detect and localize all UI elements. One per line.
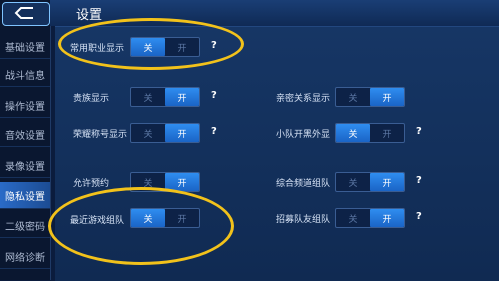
- sidebar-item-label: 录像设置: [5, 161, 45, 173]
- toggle-on-option[interactable]: 开: [165, 124, 199, 142]
- toggle-off-option[interactable]: 关: [131, 88, 165, 106]
- toggle-off-option[interactable]: 关: [336, 124, 370, 142]
- toggle-on-option[interactable]: 开: [165, 173, 199, 191]
- toggle-off-option[interactable]: 关: [336, 88, 370, 106]
- toggle-on-option[interactable]: 开: [165, 38, 199, 56]
- sidebar-item-label: 二级密码: [5, 221, 45, 233]
- page-title: 设置: [76, 8, 103, 23]
- sidebar-item-label: 隐私设置: [5, 191, 45, 203]
- sidebar-item-label: 基础设置: [5, 42, 45, 54]
- channel-team-toggle[interactable]: 关 开: [335, 172, 405, 192]
- sidebar-item-label: 战斗信息: [5, 70, 45, 82]
- toggle-off-option[interactable]: 关: [131, 173, 165, 191]
- sidebar-item-replay[interactable]: 录像设置: [0, 153, 50, 178]
- setting-label: 贵族显示: [73, 94, 110, 104]
- setting-label: 综合频道组队: [276, 179, 331, 189]
- toggle-off-option[interactable]: 关: [131, 209, 165, 227]
- setting-label: 允许预约: [73, 179, 110, 189]
- sidebar-item-privacy[interactable]: 隐私设置: [0, 182, 50, 209]
- toggle-on-option[interactable]: 开: [370, 88, 404, 106]
- intimacy-display-toggle[interactable]: 关 开: [335, 87, 405, 107]
- help-icon[interactable]: ?: [416, 211, 422, 222]
- back-arrow-icon: [13, 5, 39, 24]
- toggle-on-option[interactable]: 开: [165, 88, 199, 106]
- toggle-off-option[interactable]: 关: [131, 124, 165, 142]
- help-icon[interactable]: ?: [416, 126, 422, 137]
- squad-display-toggle[interactable]: 关 开: [335, 123, 405, 143]
- common-role-toggle[interactable]: 关 开: [130, 37, 200, 57]
- sidebar-item-label: 音效设置: [5, 130, 45, 142]
- toggle-on-option[interactable]: 开: [370, 124, 404, 142]
- toggle-off-option[interactable]: 关: [336, 173, 370, 191]
- sidebar-item-controls[interactable]: 操作设置: [0, 93, 50, 118]
- allow-reservation-toggle[interactable]: 关 开: [130, 172, 200, 192]
- top-bar: [50, 0, 499, 26]
- sidebar-item-label: 操作设置: [5, 101, 45, 113]
- help-icon[interactable]: ?: [211, 40, 217, 51]
- toggle-off-option[interactable]: 关: [131, 38, 165, 56]
- settings-panel: [55, 26, 499, 281]
- sidebar-item-sound[interactable]: 音效设置: [0, 122, 50, 147]
- toggle-on-option[interactable]: 开: [370, 173, 404, 191]
- setting-label: 荣耀称号显示: [73, 130, 128, 140]
- setting-label: 亲密关系显示: [276, 94, 331, 104]
- recruit-team-toggle[interactable]: 关 开: [335, 208, 405, 228]
- help-icon[interactable]: ?: [211, 126, 217, 137]
- back-button[interactable]: [2, 2, 50, 26]
- toggle-on-option[interactable]: 开: [165, 209, 199, 227]
- sidebar-item-label: 网络诊断: [5, 252, 45, 264]
- recent-game-team-toggle[interactable]: 关 开: [130, 208, 200, 228]
- sidebar-item-basic[interactable]: 基础设置: [0, 34, 50, 59]
- honor-title-toggle[interactable]: 关 开: [130, 123, 200, 143]
- toggle-on-option[interactable]: 开: [370, 209, 404, 227]
- sidebar-item-secondary-password[interactable]: 二级密码: [0, 213, 50, 238]
- setting-label: 最近游戏组队: [70, 216, 125, 226]
- setting-label: 小队开黑外显: [276, 130, 331, 140]
- sidebar-item-network[interactable]: 网络诊断: [0, 244, 50, 269]
- setting-label: 常用职业显示: [70, 44, 125, 54]
- sidebar-item-battle-info[interactable]: 战斗信息: [0, 62, 50, 87]
- sidebar: 基础设置 战斗信息 操作设置 音效设置 录像设置 隐私设置 二级密码 网络诊断: [0, 0, 51, 280]
- help-icon[interactable]: ?: [211, 90, 217, 101]
- setting-label: 招募队友组队: [276, 215, 331, 225]
- help-icon[interactable]: ?: [416, 175, 422, 186]
- toggle-off-option[interactable]: 关: [336, 209, 370, 227]
- noble-display-toggle[interactable]: 关 开: [130, 87, 200, 107]
